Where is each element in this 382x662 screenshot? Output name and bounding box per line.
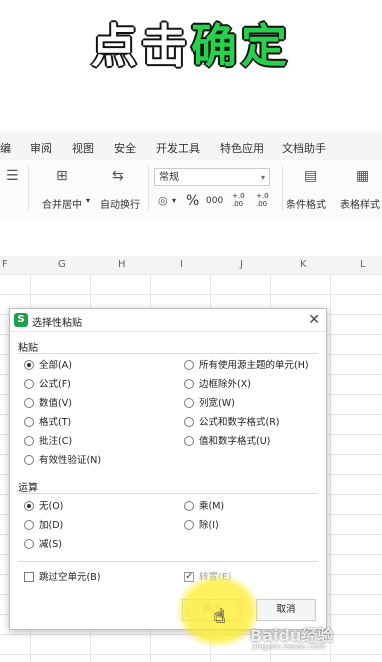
currency-icon[interactable]: ◎ bbox=[158, 194, 168, 207]
column-header-f[interactable]: F bbox=[2, 259, 8, 270]
radio-indicator bbox=[184, 398, 194, 408]
merge-center-icon[interactable]: ⊞ bbox=[56, 168, 68, 184]
radio-indicator bbox=[24, 539, 34, 549]
toolbar-separator bbox=[148, 166, 149, 210]
radio-indicator bbox=[184, 360, 194, 370]
thousands-separator-button[interactable]: 000 bbox=[206, 196, 223, 206]
option-label: 除(I) bbox=[199, 520, 219, 531]
banner-title: 点击确定 bbox=[0, 10, 382, 76]
close-icon[interactable]: ✕ bbox=[308, 312, 320, 328]
option-label: 跳过空单元(B) bbox=[39, 572, 101, 583]
wrap-text-icon[interactable]: ⇆ bbox=[112, 168, 124, 184]
wps-app-icon: S bbox=[14, 313, 28, 327]
radio-indicator bbox=[184, 417, 194, 427]
column-header-g[interactable]: G bbox=[58, 259, 66, 270]
wrap-text-button[interactable]: 自动换行 bbox=[100, 196, 140, 211]
radio-indicator bbox=[24, 398, 34, 408]
option-label: 公式(F) bbox=[39, 379, 71, 390]
toolbar-separator bbox=[28, 166, 29, 210]
column-header-k[interactable]: K bbox=[300, 259, 307, 270]
section-divider bbox=[18, 493, 318, 494]
radio-indicator bbox=[184, 501, 194, 511]
menu-item-developer[interactable]: 开发工具 bbox=[156, 140, 200, 156]
menu-item-features[interactable]: 特色应用 bbox=[220, 140, 264, 156]
align-icon[interactable]: ☰ bbox=[6, 168, 19, 184]
banner-title-highlight: 确定 bbox=[190, 18, 291, 74]
option-label: 全部(A) bbox=[39, 360, 72, 371]
ribbon-toolbar: ☰ ⊞ 合并居中 ▾ ⇆ 自动换行 常规 ▾ ◎ ▾ % 000 +.0 .00 … bbox=[0, 160, 382, 219]
column-header-l[interactable]: L bbox=[360, 259, 366, 270]
radio-indicator bbox=[24, 520, 34, 530]
column-headers: F G H I J K L bbox=[0, 256, 382, 275]
option-label: 格式(T) bbox=[39, 417, 72, 428]
merge-dropdown-icon[interactable]: ▾ bbox=[86, 196, 90, 205]
dialog-titlebar: S 选择性粘贴 ✕ bbox=[10, 309, 326, 332]
option-label: 边框除外(X) bbox=[199, 379, 251, 390]
option-label: 无(O) bbox=[39, 501, 64, 512]
radio-indicator bbox=[24, 436, 34, 446]
radio-indicator bbox=[24, 360, 34, 370]
radio-indicator bbox=[24, 379, 34, 389]
dialog-title: 选择性粘贴 bbox=[32, 318, 82, 329]
option-label: 减(S) bbox=[39, 539, 62, 550]
column-header-i[interactable]: I bbox=[180, 259, 183, 270]
option-label: 乘(M) bbox=[199, 501, 225, 512]
number-format-select[interactable]: 常规 ▾ bbox=[154, 168, 270, 186]
menu-item-view[interactable]: 视图 bbox=[72, 140, 94, 156]
tutorial-banner: 点击确定 bbox=[0, 0, 382, 132]
radio-indicator bbox=[24, 455, 34, 465]
column-header-h[interactable]: H bbox=[118, 259, 126, 270]
checkbox-indicator bbox=[184, 570, 194, 584]
menu-item-security[interactable]: 安全 bbox=[114, 140, 136, 156]
ok-button[interactable]: 确定 bbox=[182, 599, 242, 621]
operation-section-label: 运算 bbox=[18, 483, 38, 494]
menu-item-review[interactable]: 审阅 bbox=[30, 140, 52, 156]
merge-center-button[interactable]: 合并居中 bbox=[42, 196, 82, 211]
section-divider bbox=[18, 561, 318, 562]
number-format-value: 常规 bbox=[159, 172, 179, 183]
menu-bar: 编 审阅 视图 安全 开发工具 特色应用 文档助手 bbox=[0, 132, 382, 161]
option-label: 列宽(W) bbox=[199, 398, 235, 409]
paste-special-dialog: S 选择性粘贴 ✕ 粘贴 全部(A) 公式(F) 数值(V) 格式(T) 批注(… bbox=[9, 308, 327, 630]
percent-button[interactable]: % bbox=[186, 193, 199, 209]
cancel-button[interactable]: 取消 bbox=[256, 599, 316, 621]
option-label: 有效性验证(N) bbox=[39, 455, 102, 466]
table-style-button[interactable]: 表格样式 bbox=[340, 196, 380, 211]
radio-indicator bbox=[184, 436, 194, 446]
conditional-format-icon[interactable]: ▤ bbox=[304, 168, 317, 184]
option-label: 加(D) bbox=[39, 520, 64, 531]
table-style-icon[interactable]: ▦ bbox=[356, 168, 369, 184]
menu-item-doc-helper[interactable]: 文档助手 bbox=[282, 140, 326, 156]
decrease-decimal-button[interactable]: +.0 .00 bbox=[256, 192, 270, 208]
checkbox-indicator bbox=[24, 572, 34, 582]
banner-title-part1: 点击 bbox=[90, 18, 191, 74]
menu-item-edit[interactable]: 编 bbox=[0, 140, 11, 156]
formula-area bbox=[0, 218, 382, 256]
radio-indicator bbox=[184, 379, 194, 389]
radio-indicator bbox=[184, 520, 194, 530]
toolbar-separator bbox=[282, 166, 283, 210]
radio-indicator bbox=[24, 501, 34, 511]
radio-indicator bbox=[24, 417, 34, 427]
option-label: 转置(E) bbox=[199, 572, 232, 583]
increase-decimal-button[interactable]: +.0 .00 bbox=[232, 192, 246, 208]
paste-section-label: 粘贴 bbox=[18, 343, 38, 354]
conditional-format-button[interactable]: 条件格式 bbox=[286, 196, 326, 211]
chevron-down-icon: ▾ bbox=[260, 173, 265, 182]
option-label: 值和数字格式(U) bbox=[199, 436, 271, 447]
watermark-url: jingyan.baidu.com bbox=[252, 642, 326, 651]
option-label: 所有使用源主题的单元(H) bbox=[199, 360, 309, 371]
option-label: 批注(C) bbox=[39, 436, 73, 447]
currency-dropdown-icon[interactable]: ▾ bbox=[172, 196, 176, 205]
option-label: 公式和数字格式(R) bbox=[199, 417, 280, 428]
option-label: 数值(V) bbox=[39, 398, 72, 409]
section-divider bbox=[18, 353, 318, 354]
column-header-j[interactable]: J bbox=[240, 259, 243, 270]
